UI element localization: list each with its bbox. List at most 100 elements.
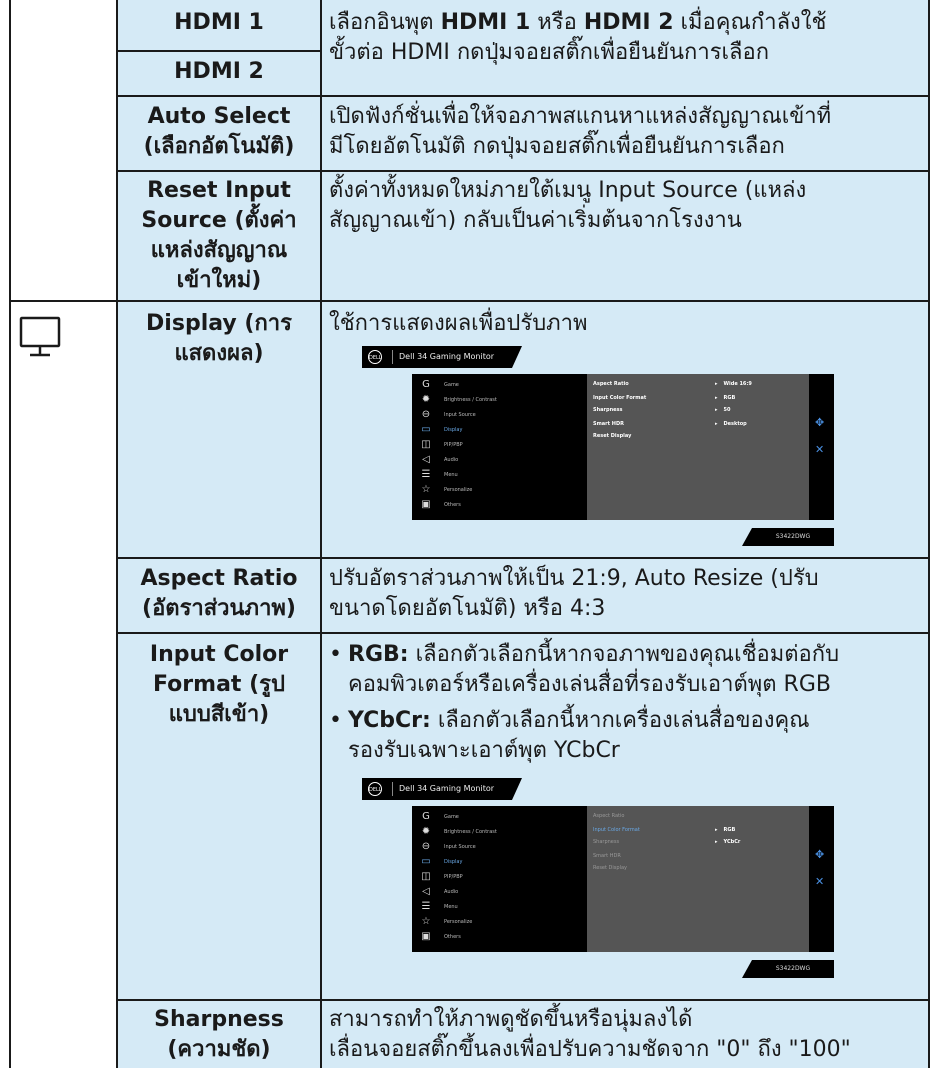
osd-menu-item: ✹ Brightness / Contrast <box>421 825 497 837</box>
osd-setting: Input Color Format <box>593 395 647 401</box>
osd-option: ▸ RGB <box>715 827 736 833</box>
grid-line <box>117 557 929 559</box>
hdmi1-label: HDMI 1 <box>174 10 264 35</box>
osd-menu-sidebar: G Game ✹ Brightness / Contrast ⊖ Input Sour… <box>412 806 587 952</box>
osd-value: ▸ Wide 16:9 <box>715 381 752 387</box>
personalize-icon: ☆ <box>421 915 431 927</box>
grid-line <box>117 170 929 172</box>
joystick-icon: ✥ <box>815 848 825 861</box>
osd-setting: Aspect Ratio <box>593 381 629 387</box>
osd-setting: Smart HDR <box>593 853 621 859</box>
aspect-ratio-description: ปรับอัตราส่วนภาพให้เป็น 21:9, Auto Resiz… <box>329 566 819 621</box>
osd-menu-item: ▣ Others <box>421 930 461 942</box>
game-icon: G <box>422 810 430 822</box>
auto-select-label: Auto Select (เลือกอัตโนมัติ) <box>143 104 295 159</box>
dell-logo: DELL <box>368 350 382 364</box>
osd-menu-sidebar: G Game ✹ Brightness / Contrast ⊖ Input Sour… <box>412 374 587 520</box>
grid-line <box>117 999 929 1001</box>
audio-icon: ◁ <box>422 885 430 897</box>
osd-menu-item: ▣ Others <box>421 498 461 510</box>
icon-column <box>9 0 117 1068</box>
osd-menu-item: ◫ PIP/PBP <box>421 438 463 450</box>
osd-menu-item: ☆ Personalize <box>421 915 473 927</box>
bullet-dot: • <box>329 642 342 667</box>
personalize-icon: ☆ <box>421 483 431 495</box>
others-icon: ▣ <box>421 930 431 942</box>
hdmi-description: เลือกอินพุต HDMI 1 หรือ HDMI 2 เมื่อคุณก… <box>329 10 827 65</box>
input-source-icon: ⊖ <box>421 840 431 852</box>
dell-logo: DELL <box>368 782 382 796</box>
osd-menu-item: ◫ PIP/PBP <box>421 870 463 882</box>
close-icon: ✕ <box>815 443 825 456</box>
ycbcr-bullet: • YCbCr: เลือกตัวเลือกนี้หากเครื่องเล่นส… <box>329 708 810 763</box>
osd-setting-selected: Input Color Format <box>593 827 640 833</box>
osd-menu-item: ☰ Menu <box>421 468 458 480</box>
osd-menu-item: ⊖ Input Source <box>421 408 476 420</box>
osd-menu-item: ◁ Audio <box>420 453 458 466</box>
osd-menu-item: G Game <box>420 810 459 823</box>
osd-footer-notch <box>742 528 752 546</box>
reset-input-label: Reset Input Source (ตั้งค่า แหล่งสัญญาณ เข… <box>141 178 297 293</box>
osd-settings-panel: Aspect Ratio Input Color Format Sharpnes… <box>587 806 809 952</box>
display-icon: ▭ <box>421 423 431 435</box>
menu-icon: ☰ <box>421 468 431 480</box>
grid-line <box>9 0 11 1068</box>
monitor-icon <box>19 316 61 357</box>
grid-line <box>117 95 929 97</box>
osd-value: ▸ 50 <box>715 407 731 413</box>
brightness-icon: ✹ <box>421 825 431 837</box>
osd-menu-item: ☆ Personalize <box>421 483 473 495</box>
osd-value: ▸ RGB <box>715 395 736 401</box>
osd-setting: Sharpness <box>593 407 623 413</box>
sharpness-label: Sharpness (ความชัด) <box>154 1007 284 1062</box>
osd-value: ▸ Desktop <box>715 421 747 427</box>
sharpness-description: สามารถทำให้ภาพดูชัดขึ้นหรือนุ่มลงได้ เลื่… <box>329 1007 851 1062</box>
osd-menu-item: G Game <box>420 378 459 391</box>
osd-model: S3422DWG <box>752 528 834 546</box>
pip-pbp-icon: ◫ <box>421 438 431 450</box>
osd-option: ▸ YCbCr <box>715 839 741 845</box>
game-icon: G <box>422 378 430 390</box>
hdmi2-label: HDMI 2 <box>174 59 264 84</box>
aspect-ratio-label: Aspect Ratio (อัตราส่วนภาพ) <box>140 566 298 621</box>
audio-icon: ◁ <box>422 453 430 465</box>
settings-table: HDMI 1 HDMI 2 เลือกอินพุต HDMI 1 หรือ HD… <box>9 0 930 1068</box>
osd-header: DELL Dell 34 Gaming Monitor <box>362 778 512 800</box>
display-description: ใช้การแสดงผลเพื่อปรับภาพ <box>329 311 588 336</box>
menu-icon: ☰ <box>421 900 431 912</box>
input-color-label: Input Color Format (รูป แบบสีเข้า) <box>149 642 289 727</box>
osd-nav-bar: ✥ ✕ <box>809 374 834 520</box>
brightness-icon: ✹ <box>421 393 431 405</box>
osd-setting: Reset Display <box>593 865 627 871</box>
osd-setting: Sharpness <box>593 839 620 845</box>
osd-screenshot-color-format: DELL Dell 34 Gaming Monitor G Game ✹ Brigh… <box>362 778 834 978</box>
input-source-icon: ⊖ <box>421 408 431 420</box>
joystick-icon: ✥ <box>815 416 825 429</box>
osd-setting: Reset Display <box>593 433 632 439</box>
osd-screenshot-display: DELL Dell 34 Gaming Monitor G Game ✹ Brigh… <box>362 346 834 546</box>
bullet-dot: • <box>329 708 342 733</box>
close-icon: ✕ <box>815 875 825 888</box>
pip-pbp-icon: ◫ <box>421 870 431 882</box>
others-icon: ▣ <box>421 498 431 510</box>
osd-setting: Smart HDR <box>593 421 624 427</box>
osd-header: DELL Dell 34 Gaming Monitor <box>362 346 512 368</box>
auto-select-description: เปิดฟังก์ชั่นเพื่อให้จอภาพสแกนหาแหล่งสัญ… <box>329 104 832 159</box>
display-icon: ▭ <box>421 855 431 867</box>
osd-nav-bar: ✥ ✕ <box>809 806 834 952</box>
osd-menu-item-active: ▭ Display <box>421 855 463 867</box>
osd-settings-panel: Aspect Ratio Input Color Format Sharpnes… <box>587 374 809 520</box>
osd-header-notch <box>512 346 522 368</box>
grid-line <box>9 300 929 302</box>
osd-footer-notch <box>742 960 752 978</box>
osd-header-notch <box>512 778 522 800</box>
osd-title: Dell 34 Gaming Monitor <box>392 350 494 364</box>
grid-line <box>117 50 321 52</box>
display-label: Display (การ แสดงผล) <box>146 311 292 366</box>
grid-line <box>928 0 930 1068</box>
osd-model: S3422DWG <box>752 960 834 978</box>
osd-menu-item: ☰ Menu <box>421 900 458 912</box>
osd-menu-item: ⊖ Input Source <box>421 840 476 852</box>
osd-menu-item: ✹ Brightness / Contrast <box>421 393 497 405</box>
osd-menu-item: ◁ Audio <box>420 885 458 898</box>
